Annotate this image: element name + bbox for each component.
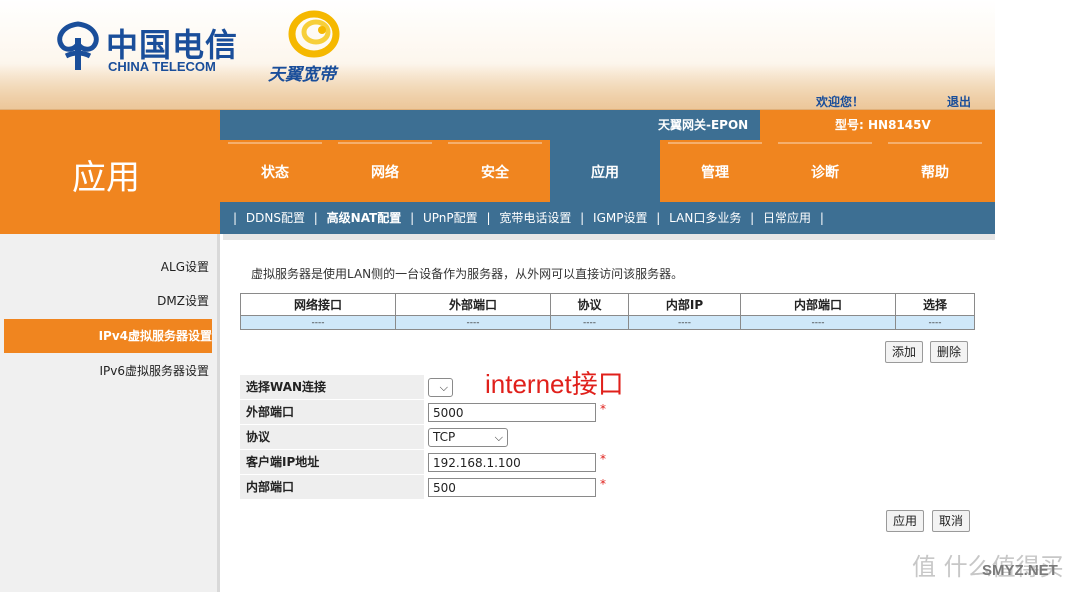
internal-port-label: 内部端口 xyxy=(240,475,424,499)
annotation-internet-interface: internet接口 xyxy=(485,369,624,399)
main-nav: 状态 网络 安全 应用 管理 诊断 帮助 xyxy=(220,140,995,202)
device-info-bar: 天翼网关-EPON 型号: HN8145V xyxy=(220,110,995,140)
section-title-block: 应用 xyxy=(0,110,220,234)
chevron-down-icon: ⌵ xyxy=(439,381,448,394)
form-row-internal-port: 内部端口 * xyxy=(240,475,620,499)
tab-help[interactable]: 帮助 xyxy=(880,140,990,202)
add-button[interactable]: 添加 xyxy=(885,341,924,363)
cancel-button[interactable]: 取消 xyxy=(932,510,971,532)
table-cell: ---- xyxy=(550,315,629,330)
table-row[interactable]: ---- ---- ---- ---- ---- ---- xyxy=(240,315,975,330)
section-title: 应用 xyxy=(72,158,140,198)
col-header-internal-port: 内部端口 xyxy=(740,293,896,316)
table-cell: ---- xyxy=(395,315,551,330)
right-margin xyxy=(995,0,1080,592)
telecom-logo-text-en: CHINA TELECOM xyxy=(108,59,216,74)
subnav-voip[interactable]: 宽带电话设置 xyxy=(499,211,571,225)
wan-connection-label: 选择WAN连接 xyxy=(240,375,424,399)
subnav-igmp[interactable]: IGMP设置 xyxy=(593,211,647,225)
sidebar-item-ipv6-virtual-server[interactable]: IPv6虚拟服务器设置 xyxy=(0,354,217,388)
required-mark: * xyxy=(600,402,606,416)
watermark-site: SMYZ.NET xyxy=(982,562,1058,579)
subnav-daily-apps[interactable]: 日常应用 xyxy=(763,211,811,225)
table-header-row: 网络接口 外部端口 协议 内部IP 内部端口 选择 xyxy=(240,293,975,316)
model-number: 型号: HN8145V xyxy=(835,118,931,132)
delete-button[interactable]: 删除 xyxy=(930,341,969,363)
tab-diagnosis[interactable]: 诊断 xyxy=(770,140,880,202)
sidebar-item-ipv4-virtual-server[interactable]: IPv4虚拟服务器设置 xyxy=(4,319,212,353)
protocol-label: 协议 xyxy=(240,425,424,449)
page-description: 虚拟服务器是使用LAN侧的一台设备作为服务器，从外网可以直接访问该服务器。 xyxy=(251,267,684,281)
form-row-client-ip: 客户端IP地址 * xyxy=(240,450,620,474)
tab-management[interactable]: 管理 xyxy=(660,140,770,202)
col-header-external-port: 外部端口 xyxy=(395,293,551,316)
tianyi-logo-text: 天翼宽带 xyxy=(268,65,336,85)
required-mark: * xyxy=(600,477,606,491)
internal-port-input[interactable] xyxy=(428,478,596,497)
client-ip-label: 客户端IP地址 xyxy=(240,450,424,474)
required-mark: * xyxy=(600,452,606,466)
external-port-input[interactable] xyxy=(428,403,596,422)
device-name: 天翼网关-EPON xyxy=(658,118,749,132)
welcome-text: 欢迎您！ xyxy=(816,95,865,109)
table-cell: ---- xyxy=(628,315,741,330)
tab-application[interactable]: 应用 xyxy=(550,140,660,202)
china-telecom-logo: 中国电信 CHINA TELECOM xyxy=(52,18,242,78)
tab-security[interactable]: 安全 xyxy=(440,140,550,202)
col-header-protocol: 协议 xyxy=(550,293,629,316)
tianyi-broadband-logo: 天翼宽带 xyxy=(264,10,364,85)
sidebar-item-dmz[interactable]: DMZ设置 xyxy=(0,284,217,318)
apply-button[interactable]: 应用 xyxy=(886,510,925,532)
client-ip-input[interactable] xyxy=(428,453,596,472)
sidebar-item-alg[interactable]: ALG设置 xyxy=(0,250,217,284)
table-cell: ---- xyxy=(240,315,396,330)
subnav-lan-multi-service[interactable]: LAN口多业务 xyxy=(669,211,741,225)
chevron-down-icon: ⌵ xyxy=(494,431,503,444)
virtual-server-table: 网络接口 外部端口 协议 内部IP 内部端口 选择 ---- ---- ----… xyxy=(240,293,975,330)
tianyi-swirl-icon xyxy=(288,10,340,58)
protocol-select[interactable]: TCP ⌵ xyxy=(428,428,508,447)
wan-connection-select[interactable]: ⌵ xyxy=(428,378,453,397)
col-header-internal-ip: 内部IP xyxy=(628,293,741,316)
external-port-label: 外部端口 xyxy=(240,400,424,424)
subnav-upnp[interactable]: UPnP配置 xyxy=(423,211,478,225)
model-box: 型号: HN8145V xyxy=(760,110,995,140)
left-sidebar: ALG设置 DMZ设置 IPv4虚拟服务器设置 IPv6虚拟服务器设置 xyxy=(0,234,220,592)
form-row-external-port: 外部端口 * xyxy=(240,400,620,424)
subnav-advanced-nat[interactable]: 高级NAT配置 xyxy=(327,211,402,225)
china-telecom-emblem-icon xyxy=(57,21,99,70)
sub-nav: | DDNS配置 | 高级NAT配置 | UPnP配置 | 宽带电话设置 | I… xyxy=(220,202,995,234)
table-cell: ---- xyxy=(740,315,896,330)
table-cell: ---- xyxy=(895,315,975,330)
header-banner: 中国电信 CHINA TELECOM 天翼宽带 欢迎您！ 退出 xyxy=(0,0,1080,110)
main-content: 虚拟服务器是使用LAN侧的一台设备作为服务器，从外网可以直接访问该服务器。 网络… xyxy=(223,234,995,592)
subnav-ddns[interactable]: DDNS配置 xyxy=(246,211,305,225)
col-header-select: 选择 xyxy=(895,293,975,316)
logout-link[interactable]: 退出 xyxy=(947,93,971,110)
tab-status[interactable]: 状态 xyxy=(220,140,330,202)
form-row-protocol: 协议 TCP ⌵ xyxy=(240,425,620,449)
protocol-value: TCP xyxy=(433,430,456,444)
col-header-interface: 网络接口 xyxy=(240,293,396,316)
tab-network[interactable]: 网络 xyxy=(330,140,440,202)
